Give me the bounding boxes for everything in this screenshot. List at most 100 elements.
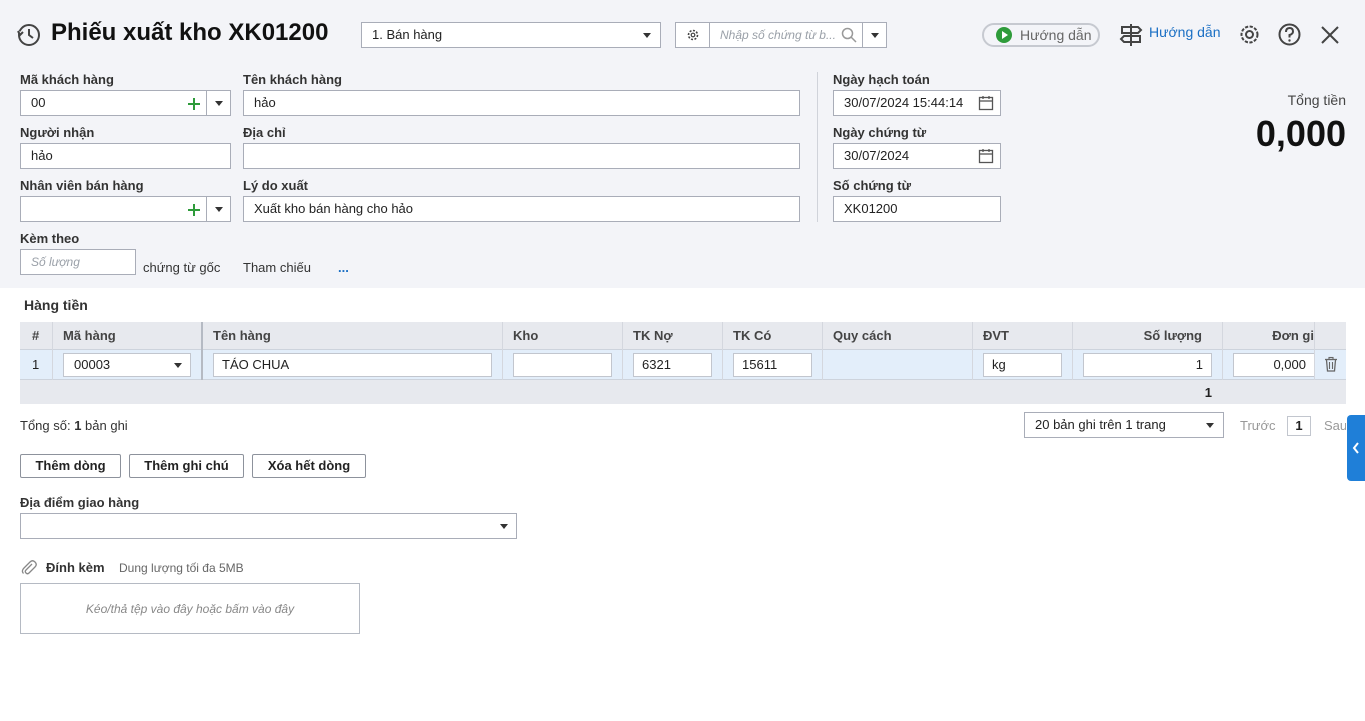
page-size-select[interactable]: 20 bản ghi trên 1 trang [1024, 412, 1224, 438]
voucher-search-box[interactable]: Nhập số chứng từ b... [675, 22, 887, 48]
quantity-cell[interactable]: 1 [1083, 353, 1212, 377]
gear-icon[interactable] [676, 23, 710, 47]
reason-label: Lý do xuất [243, 178, 309, 193]
help-icon[interactable] [1277, 22, 1302, 50]
posting-date-field[interactable]: 30/07/2024 15:44:14 [833, 90, 1001, 116]
search-icon[interactable] [841, 27, 857, 47]
current-page[interactable]: 1 [1287, 416, 1311, 436]
calendar-icon[interactable] [978, 95, 994, 115]
attached-docs-label: Kèm theo [20, 231, 80, 246]
history-icon[interactable] [16, 22, 42, 48]
add-row-button[interactable]: Thêm dòng [20, 454, 121, 478]
attachment-label: Đính kèm [46, 560, 105, 575]
side-panel-toggle[interactable] [1347, 415, 1365, 481]
doc-quantity-placeholder: Số lượng [31, 255, 80, 269]
debit-account-cell[interactable]: 6321 [633, 353, 712, 377]
column-header-no: # [32, 328, 40, 343]
column-header-debit-account[interactable]: TK Nợ [633, 322, 673, 349]
doc-quantity-field[interactable]: Số lượng [20, 249, 136, 275]
guide-link[interactable]: Hướng dẫn [1149, 24, 1220, 40]
file-drop-zone[interactable]: Kéo/thả tệp vào đây hoặc bấm vào đây [20, 583, 360, 634]
unit-price-cell[interactable]: 0,000 [1233, 353, 1314, 377]
page-title: Phiếu xuất kho XK01200 [51, 19, 329, 46]
column-divider [622, 322, 623, 380]
column-header-unit[interactable]: ĐVT [983, 322, 1009, 349]
column-divider [502, 322, 503, 380]
calendar-icon[interactable] [978, 148, 994, 168]
salesperson-dropdown-button[interactable] [206, 197, 230, 221]
voucher-date-field[interactable]: 30/07/2024 [833, 143, 1001, 169]
delete-all-rows-button[interactable]: Xóa hết dòng [252, 454, 366, 478]
column-divider [52, 322, 53, 380]
customer-name-field[interactable]: hảo [243, 90, 800, 116]
customer-dropdown-button[interactable] [206, 91, 230, 115]
voucher-type-value: 1. Bán hàng [372, 27, 443, 42]
voucher-type-select[interactable]: 1. Bán hàng [361, 22, 661, 48]
chevron-down-icon [174, 363, 182, 368]
chevron-down-icon [1206, 423, 1214, 428]
original-docs-text: chứng từ gốc [143, 260, 221, 275]
voucher-date-label: Ngày chứng từ [833, 125, 927, 140]
chevron-down-icon [215, 101, 223, 106]
warehouse-cell[interactable] [513, 353, 612, 377]
search-dropdown-button[interactable] [862, 23, 886, 47]
add-note-button[interactable]: Thêm ghi chú [129, 454, 244, 478]
credit-account-cell[interactable]: 15611 [733, 353, 812, 377]
salesperson-field[interactable] [20, 196, 231, 222]
column-header-spec[interactable]: Quy cách [833, 322, 892, 349]
total-records-prefix: Tổng số: [20, 418, 75, 433]
delivery-location-label: Địa điểm giao hàng [20, 495, 140, 510]
salesperson-label: Nhân viên bán hàng [20, 178, 144, 193]
customer-name-label: Tên khách hàng [243, 72, 342, 87]
chevron-down-icon [215, 207, 223, 212]
grid-section-title: Hàng tiền [24, 297, 88, 313]
total-records: Tổng số: 1 bản ghi [20, 418, 128, 433]
guide-pill-label: Hướng dẫn [1020, 27, 1092, 43]
receiver-field[interactable]: hảo [20, 143, 231, 169]
close-icon[interactable] [1318, 23, 1342, 50]
receiver-label: Người nhận [20, 125, 95, 140]
total-quantity: 1 [1204, 385, 1212, 400]
reference-link[interactable]: Tham chiếu [243, 260, 311, 275]
attachment-size-hint: Dung lượng tối đa 5MB [119, 561, 244, 575]
unit-cell[interactable]: kg [983, 353, 1062, 377]
column-header-warehouse[interactable]: Kho [513, 322, 538, 349]
column-header-item-name[interactable]: Tên hàng [213, 322, 271, 349]
voucher-number-label: Số chứng từ [833, 178, 912, 193]
item-name-cell[interactable]: TÁO CHUA [213, 353, 492, 377]
vertical-divider [817, 72, 818, 222]
column-header-credit-account[interactable]: TK Có [733, 322, 771, 349]
file-drop-text: Kéo/thả tệp vào đây hoặc bấm vào đây [85, 602, 295, 616]
column-divider [972, 322, 973, 380]
column-divider [722, 322, 723, 380]
row-number: 1 [32, 357, 40, 372]
column-header-unit-price[interactable]: Đơn gi [1233, 322, 1314, 349]
chevron-down-icon [643, 33, 651, 38]
add-icon[interactable] [187, 95, 201, 115]
prev-page-button[interactable]: Trước [1240, 418, 1276, 433]
page-size-value: 20 bản ghi trên 1 trang [1035, 417, 1166, 432]
add-icon[interactable] [187, 201, 201, 221]
item-code-value: 00003 [74, 357, 111, 372]
reason-field[interactable]: Xuất kho bán hàng cho hảo [243, 196, 800, 222]
trash-icon[interactable] [1323, 356, 1339, 375]
column-divider [1314, 322, 1315, 380]
signpost-icon[interactable] [1119, 22, 1143, 51]
chevron-down-icon [500, 524, 508, 529]
settings-icon[interactable] [1237, 22, 1262, 50]
column-divider [1072, 322, 1073, 380]
voucher-number-field[interactable]: XK01200 [833, 196, 1001, 222]
column-header-item-code[interactable]: Mã hàng [63, 322, 116, 349]
posting-date-value: 30/07/2024 15:44:14 [844, 95, 964, 110]
column-divider [1222, 322, 1223, 380]
address-field[interactable] [243, 143, 800, 169]
delivery-location-select[interactable] [20, 513, 517, 539]
column-header-quantity[interactable]: Số lượng [1083, 322, 1202, 349]
guide-pill-button[interactable]: Hướng dẫn [982, 23, 1100, 47]
next-page-button[interactable]: Sau [1324, 418, 1346, 433]
reference-more-button[interactable]: ... [338, 260, 349, 275]
item-code-select[interactable]: 00003 [63, 353, 191, 377]
paperclip-icon [20, 559, 38, 580]
customer-code-field[interactable]: 00 [20, 90, 231, 116]
column-divider [201, 322, 203, 380]
